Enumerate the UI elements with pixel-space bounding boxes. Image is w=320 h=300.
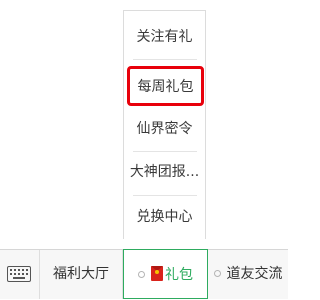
submenu-item-follow-gift[interactable]: 关注有礼 <box>124 15 205 59</box>
submenu-popup: 关注有礼 每周礼包 仙界密令 大神团报... 兑换中心 <box>123 10 206 239</box>
menu-item-gift-pack[interactable]: 礼包 <box>123 249 208 299</box>
menu-item-label: 福利大厅 <box>53 266 109 282</box>
submenu-item-secret-code[interactable]: 仙界密令 <box>124 107 205 151</box>
submenu-indicator-icon <box>138 270 145 278</box>
menu-item-welfare-hall[interactable]: 福利大厅 <box>40 250 123 299</box>
bottom-menu-bar: 福利大厅 礼包 道友交流 <box>0 249 288 299</box>
submenu-indicator-icon <box>213 269 221 277</box>
menu-item-fellow-chat[interactable]: 道友交流 <box>208 250 288 299</box>
red-envelope-icon <box>151 265 163 281</box>
submenu-item-team-signup[interactable]: 大神团报... <box>124 150 205 194</box>
menu-item-label: 礼包 <box>165 267 193 283</box>
menu-item-label: 道友交流 <box>226 266 283 282</box>
submenu-divider <box>133 59 197 60</box>
submenu-item-exchange-center[interactable]: 兑换中心 <box>124 195 205 239</box>
keyboard-toggle-button[interactable] <box>0 250 40 299</box>
submenu-item-weekly-gift[interactable]: 每周礼包 <box>127 66 204 106</box>
keyboard-icon <box>7 266 31 282</box>
